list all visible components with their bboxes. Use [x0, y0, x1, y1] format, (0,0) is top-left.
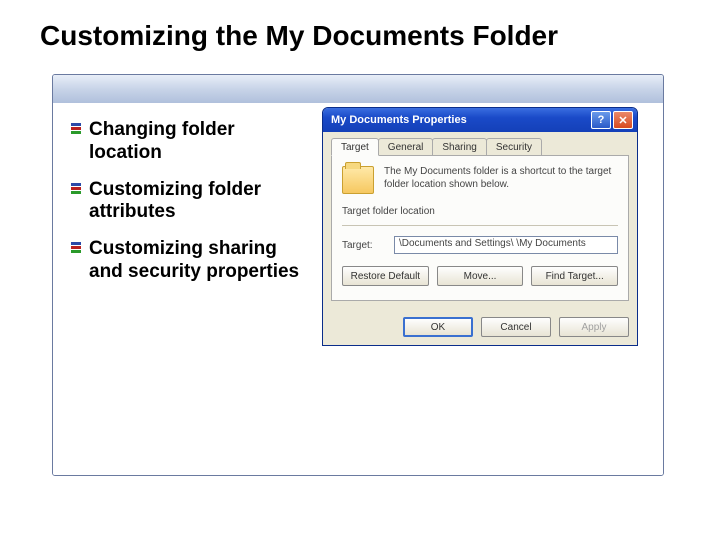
tab-strip: Target General Sharing Security — [331, 138, 629, 156]
list-item: Customizing sharing and security propert… — [71, 238, 310, 284]
tab-sharing[interactable]: Sharing — [432, 138, 486, 155]
list-item: Changing folder location — [71, 119, 310, 165]
separator — [342, 225, 618, 226]
folder-icon — [342, 166, 374, 194]
cancel-button[interactable]: Cancel — [481, 317, 551, 337]
bullet-text: Customizing sharing and security propert… — [89, 238, 299, 282]
content-frame: Changing folder location Customizing fol… — [52, 74, 664, 476]
help-button[interactable]: ? — [591, 111, 611, 129]
dialog-description: The My Documents folder is a shortcut to… — [384, 166, 618, 191]
slide-title: Customizing the My Documents Folder — [40, 20, 558, 52]
tab-panel-target: The My Documents folder is a shortcut to… — [331, 156, 629, 301]
dialog-titlebar[interactable]: My Documents Properties ? ✕ — [323, 108, 637, 132]
restore-default-button[interactable]: Restore Default — [342, 266, 429, 286]
bullet-text: Changing folder location — [89, 119, 235, 163]
dialog-footer: OK Cancel Apply — [323, 309, 637, 345]
bullet-icon — [71, 123, 81, 135]
list-item: Customizing folder attributes — [71, 179, 310, 225]
bullet-icon — [71, 183, 81, 195]
bullet-icon — [71, 242, 81, 254]
close-button[interactable]: ✕ — [613, 111, 633, 129]
tab-target[interactable]: Target — [331, 138, 379, 156]
dialog-title: My Documents Properties — [331, 114, 591, 126]
group-label: Target folder location — [342, 206, 618, 217]
find-target-button[interactable]: Find Target... — [531, 266, 618, 286]
tab-general[interactable]: General — [378, 138, 434, 155]
apply-button[interactable]: Apply — [559, 317, 629, 337]
bullet-list: Changing folder location Customizing fol… — [53, 103, 318, 475]
ok-button[interactable]: OK — [403, 317, 473, 337]
bullet-text: Customizing folder attributes — [89, 179, 261, 223]
target-label: Target: — [342, 240, 384, 251]
move-button[interactable]: Move... — [437, 266, 524, 286]
frame-titlebar — [53, 75, 663, 103]
tab-security[interactable]: Security — [486, 138, 542, 155]
properties-dialog: My Documents Properties ? ✕ Target Gener… — [322, 107, 638, 346]
target-input[interactable]: \Documents and Settings\ \My Documents — [394, 236, 618, 254]
